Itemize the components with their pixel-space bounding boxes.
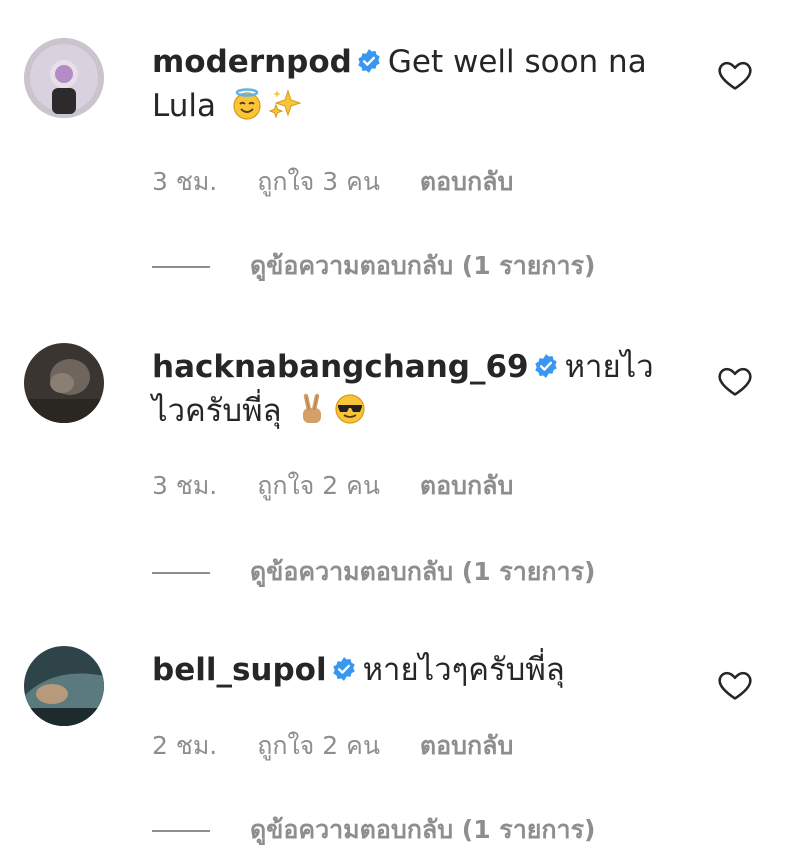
verified-badge-icon (358, 49, 380, 73)
like-heart-icon[interactable] (716, 362, 754, 400)
comment-time[interactable]: 2 ชม. (152, 731, 217, 760)
comment-meta: 3 ชม. ถูกใจ 3 คน ตอบกลับ (152, 166, 545, 198)
view-replies-button[interactable]: ดูข้อความตอบกลับ (1 รายการ) (152, 556, 595, 588)
divider-line (152, 830, 210, 832)
view-replies-label: ดูข้อความตอบกลับ (1 รายการ) (250, 251, 596, 280)
victory-hand-emoji-icon (303, 393, 322, 423)
verified-badge-icon (332, 657, 355, 681)
view-replies-label: ดูข้อความตอบกลับ (1 รายการ) (250, 557, 596, 586)
avatar-image (24, 38, 104, 118)
reply-button[interactable]: ตอบกลับ (420, 731, 513, 760)
sparkles-emoji-icon (268, 89, 302, 119)
avatar-image (24, 343, 104, 423)
like-count[interactable]: ถูกใจ 3 คน (257, 167, 380, 196)
comment-meta: 2 ชม. ถูกใจ 2 คน ตอบกลับ (152, 730, 545, 762)
reply-button[interactable]: ตอบกลับ (420, 471, 513, 500)
comment-meta: 3 ชม. ถูกใจ 2 คน ตอบกลับ (152, 470, 545, 502)
divider-line (152, 572, 210, 574)
avatar[interactable] (24, 38, 104, 118)
like-count[interactable]: ถูกใจ 2 คน (257, 731, 380, 760)
like-count[interactable]: ถูกใจ 2 คน (257, 471, 380, 500)
comment-time[interactable]: 3 ชม. (152, 167, 217, 196)
username[interactable]: hacknabangchang_69 (152, 349, 529, 385)
view-replies-button[interactable]: ดูข้อความตอบกลับ (1 รายการ) (152, 814, 595, 846)
avatar[interactable] (24, 343, 104, 423)
avatar[interactable] (24, 646, 104, 726)
like-heart-icon[interactable] (716, 666, 754, 704)
comment-text: modernpod Get well soon na Lula (152, 40, 672, 128)
like-heart-icon[interactable] (716, 56, 754, 94)
halo-face-emoji-icon (233, 88, 261, 120)
sunglasses-face-emoji-icon (335, 394, 365, 424)
comment-text: bell_supol หายไวๆครับพี่ลุ (152, 648, 672, 692)
reply-button[interactable]: ตอบกลับ (420, 167, 513, 196)
view-replies-button[interactable]: ดูข้อความตอบกลับ (1 รายการ) (152, 250, 595, 282)
username[interactable]: bell_supol (152, 652, 327, 688)
avatar-image (24, 646, 104, 726)
verified-badge-icon (534, 354, 557, 378)
comment-time[interactable]: 3 ชม. (152, 471, 217, 500)
view-replies-label: ดูข้อความตอบกลับ (1 รายการ) (250, 815, 596, 844)
divider-line (152, 266, 210, 268)
comment-message: หายไวๆครับพี่ลุ (362, 652, 565, 688)
username[interactable]: modernpod (152, 44, 352, 80)
comment-text: hacknabangchang_69 หายไวไวครับพี่ลุ (152, 345, 672, 433)
